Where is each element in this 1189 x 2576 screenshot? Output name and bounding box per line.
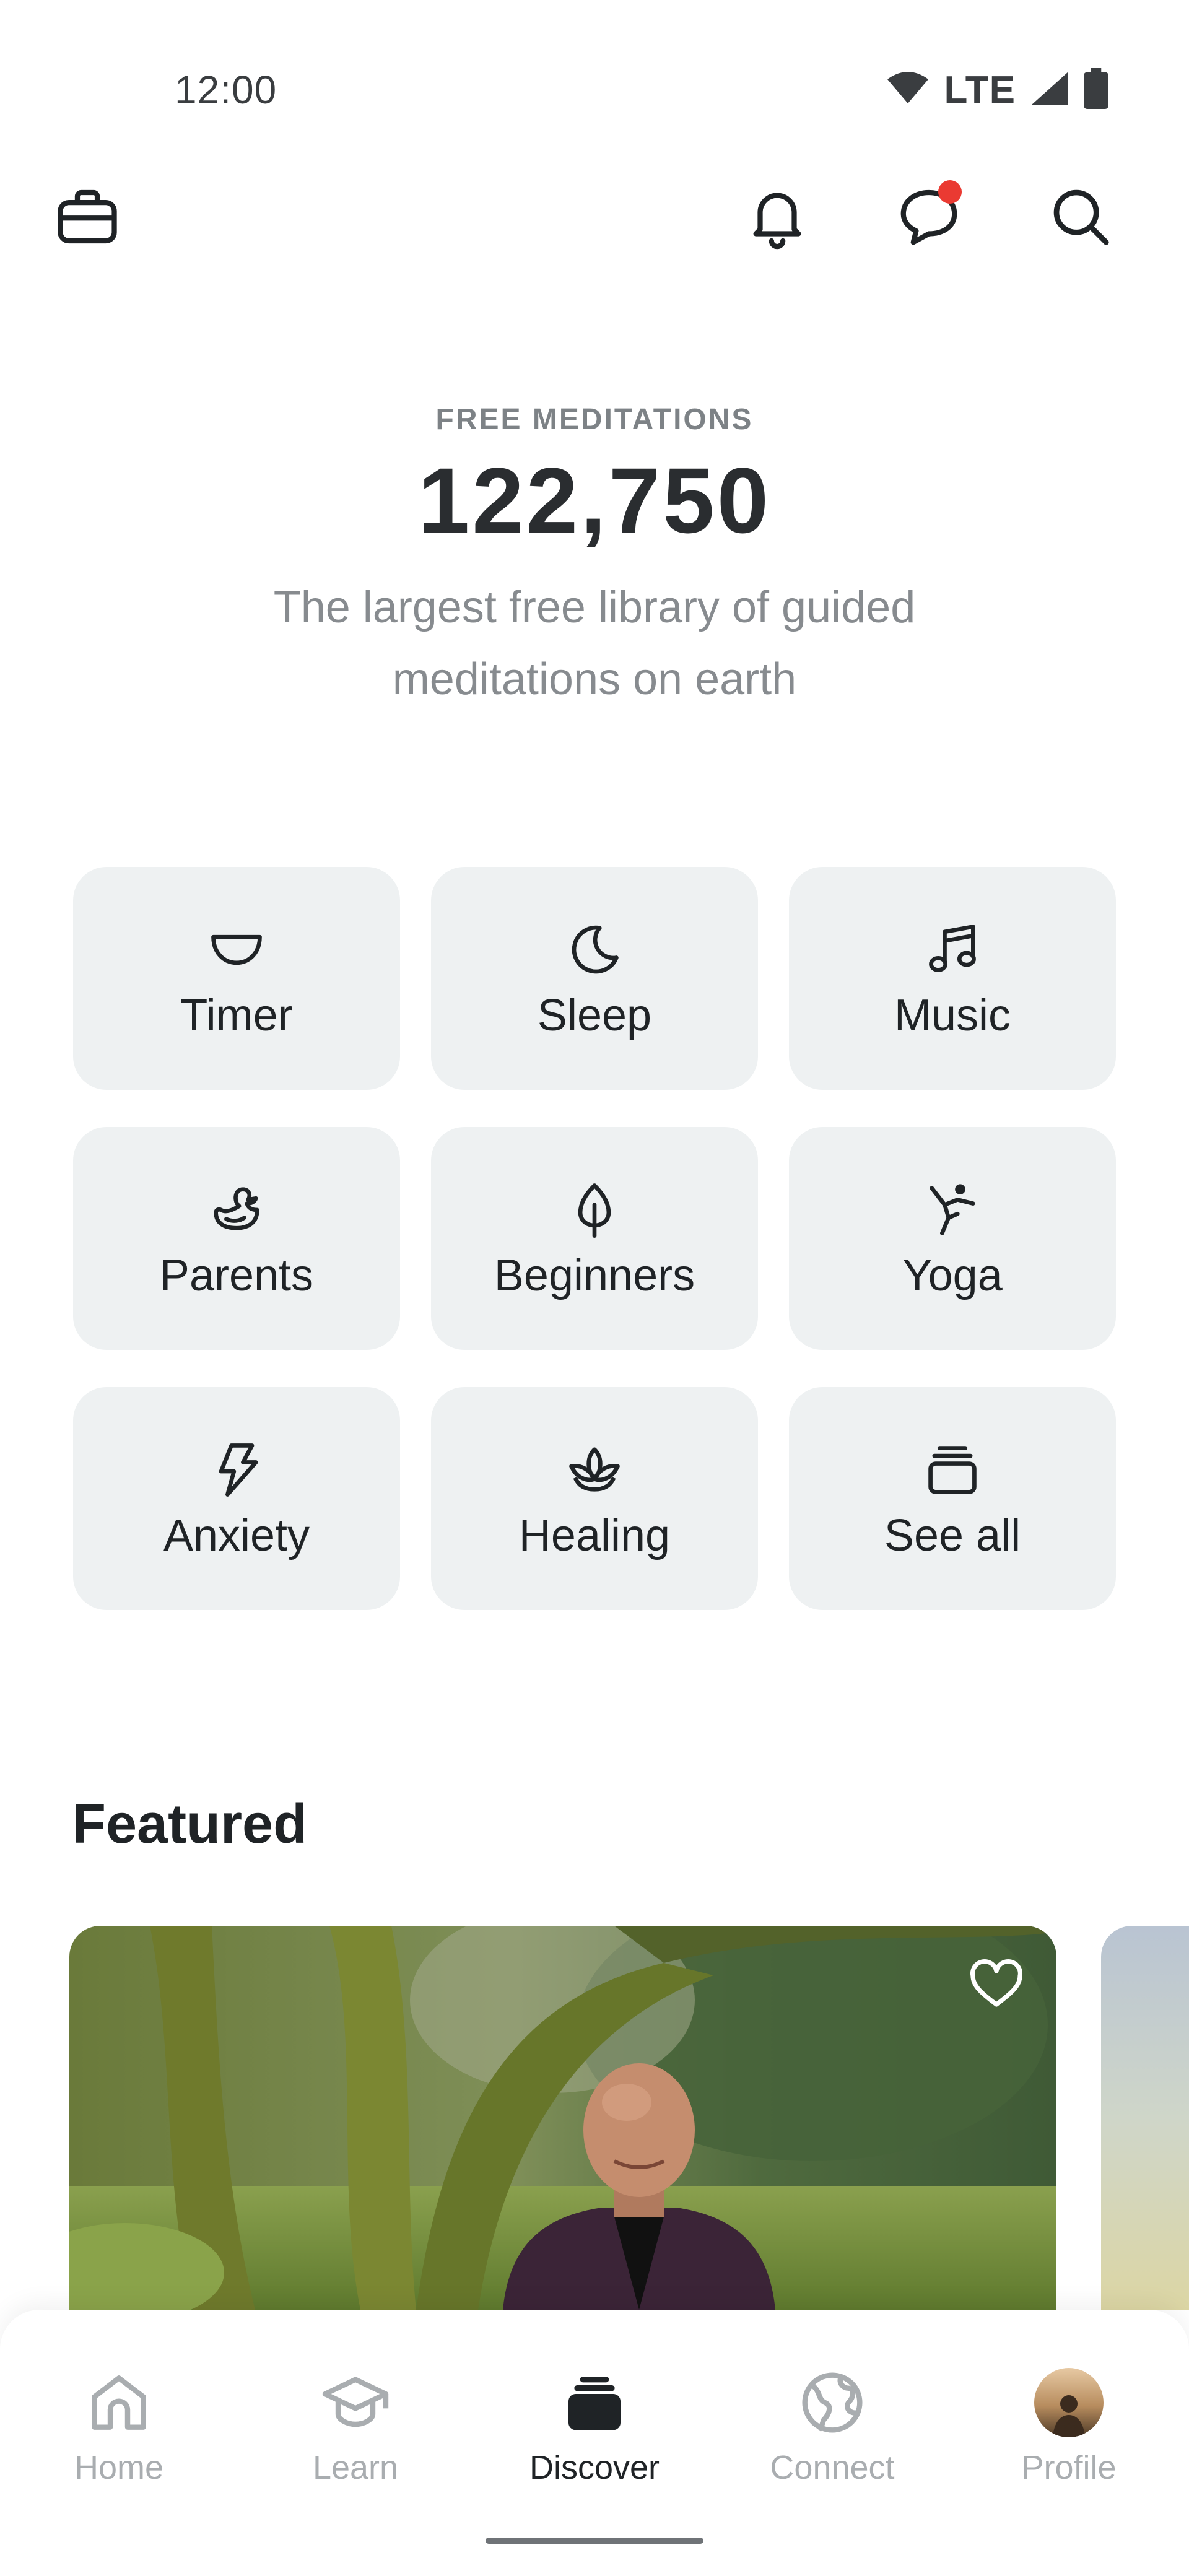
nav-connect[interactable]: Connect xyxy=(739,2365,925,2487)
category-label: Healing xyxy=(518,1511,671,1560)
signal-icon xyxy=(1029,69,1070,111)
nav-label: Connect xyxy=(770,2449,895,2486)
category-tile-see-all[interactable]: See all xyxy=(789,1387,1116,1610)
nav-label: Home xyxy=(74,2449,164,2486)
nav-label: Learn xyxy=(312,2449,399,2486)
lotus-icon xyxy=(560,1436,629,1504)
category-label: See all xyxy=(884,1511,1021,1560)
leaf-icon xyxy=(560,1176,629,1244)
nav-profile[interactable]: Profile xyxy=(976,2365,1162,2487)
category-grid: Timer Sleep Music Parents Beginners Yoga… xyxy=(73,867,1116,1610)
hero-subtitle-line-1: The largest free library of guided xyxy=(273,583,916,632)
nav-discover[interactable]: Discover xyxy=(502,2365,687,2487)
featured-card[interactable] xyxy=(69,1926,1056,2310)
heart-icon xyxy=(967,1955,1026,2017)
briefcase-icon[interactable] xyxy=(47,176,128,257)
bottom-nav: Home Learn Discover Connect Profile xyxy=(0,2310,1189,2576)
status-bar: 12:00 LTE xyxy=(0,0,1189,142)
category-tile-sleep[interactable]: Sleep xyxy=(431,867,758,1090)
nav-label: Discover xyxy=(529,2449,660,2486)
category-tile-anxiety[interactable]: Anxiety xyxy=(73,1387,400,1610)
avatar-wrapper xyxy=(1032,2365,1106,2440)
nav-home[interactable]: Home xyxy=(26,2365,212,2487)
moon-icon xyxy=(560,916,629,984)
avatar xyxy=(1034,2368,1104,2437)
category-label: Parents xyxy=(159,1251,314,1300)
chat-icon[interactable] xyxy=(889,176,969,257)
discover-stack-icon xyxy=(557,2365,632,2440)
category-label: Yoga xyxy=(902,1251,1003,1300)
battery-icon xyxy=(1084,67,1108,112)
bowl-icon xyxy=(203,916,271,984)
top-bar xyxy=(0,167,1189,266)
category-tile-healing[interactable]: Healing xyxy=(431,1387,758,1610)
wifi-icon xyxy=(885,70,931,110)
music-note-icon xyxy=(918,916,986,984)
category-label: Timer xyxy=(180,991,293,1040)
category-label: Anxiety xyxy=(163,1511,310,1560)
lightning-icon xyxy=(203,1436,271,1504)
featured-image xyxy=(69,1926,1056,2310)
nav-learn[interactable]: Learn xyxy=(263,2365,448,2487)
category-label: Music xyxy=(894,991,1011,1040)
globe-icon xyxy=(795,2365,869,2440)
category-tile-yoga[interactable]: Yoga xyxy=(789,1127,1116,1350)
category-tile-beginners[interactable]: Beginners xyxy=(431,1127,758,1350)
meditation-count: 122,750 xyxy=(417,448,772,552)
duck-icon xyxy=(203,1176,271,1244)
status-icons: LTE xyxy=(885,67,1109,113)
hero: FREE MEDITATIONS 122,750 The largest fre… xyxy=(0,402,1189,715)
category-tile-timer[interactable]: Timer xyxy=(73,867,400,1090)
category-label: Beginners xyxy=(494,1251,695,1300)
nav-label: Profile xyxy=(1021,2449,1117,2486)
next-featured-card[interactable] xyxy=(1101,1926,1189,2310)
notification-dot xyxy=(938,180,962,204)
hero-subtitle-line-2: meditations on earth xyxy=(392,655,797,704)
network-type: LTE xyxy=(944,68,1016,111)
stack-icon xyxy=(918,1436,986,1504)
category-tile-parents[interactable]: Parents xyxy=(73,1127,400,1350)
hero-kicker: FREE MEDITATIONS xyxy=(435,403,754,436)
bell-icon[interactable] xyxy=(737,176,817,257)
graduation-cap-icon xyxy=(318,2365,393,2440)
home-icon xyxy=(82,2365,156,2440)
search-icon[interactable] xyxy=(1040,176,1121,257)
featured-title: Featured xyxy=(72,1793,308,1855)
favorite-button[interactable] xyxy=(962,1952,1030,2020)
hero-subtitle: The largest free library of guided medit… xyxy=(0,572,1189,715)
category-tile-music[interactable]: Music xyxy=(789,867,1116,1090)
category-label: Sleep xyxy=(537,991,652,1040)
status-time: 12:00 xyxy=(175,67,277,112)
yoga-pose-icon xyxy=(918,1176,986,1244)
home-indicator[interactable] xyxy=(486,2538,703,2544)
